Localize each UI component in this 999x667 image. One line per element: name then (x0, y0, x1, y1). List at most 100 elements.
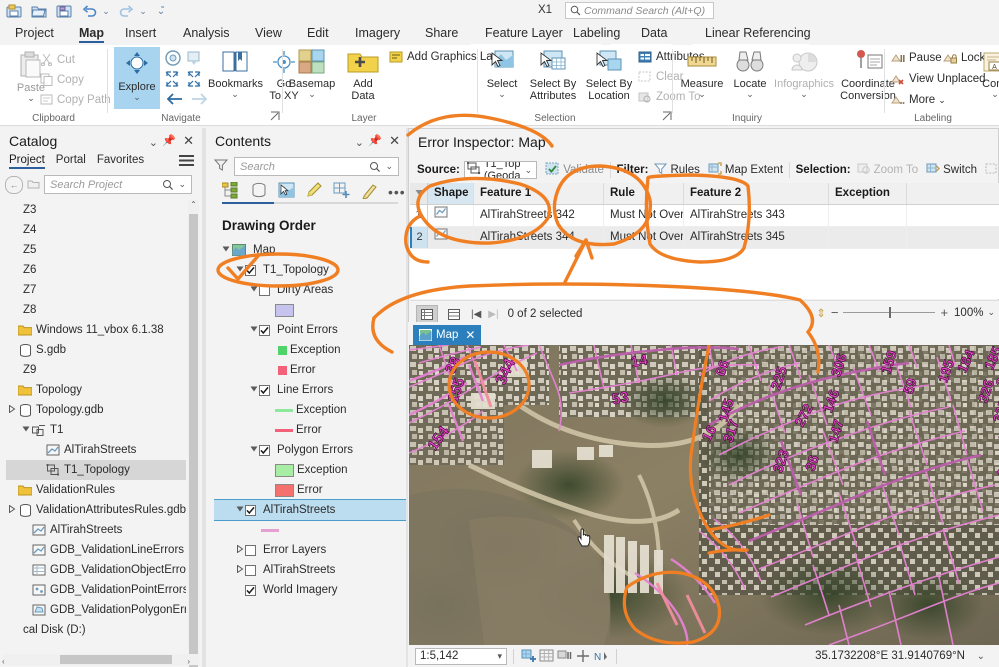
contents-layer-error-layers[interactable]: Error Layers (214, 540, 406, 560)
measure-dropdown-icon[interactable]: ⌄ (677, 90, 727, 99)
expand-arrow-closed-icon[interactable] (234, 544, 245, 555)
first-record-icon[interactable]: |◀ (471, 309, 481, 320)
contents-layer-point-errors[interactable]: Point Errors (214, 320, 406, 340)
catalog-item-gdb-validationobjecterrors[interactable]: GDB_ValidationObjectErrors (6, 560, 186, 580)
tab-feature-layer[interactable]: Feature Layer (478, 22, 570, 45)
redo-icon[interactable] (115, 1, 137, 21)
source-dropdown-icon[interactable]: ⌄ (521, 165, 537, 176)
switch-selection-button[interactable]: Switch (926, 162, 977, 178)
contents-layer-exception[interactable]: Exception (214, 400, 406, 420)
catalog-item-gdb-validationpointerrors[interactable]: GDB_ValidationPointErrors (6, 580, 186, 600)
list-by-drawing-order-icon[interactable] (221, 181, 240, 202)
rules-filter-button[interactable]: Rules (654, 162, 700, 178)
catalog-item-gdb-validationlineerrors[interactable]: GDB_ValidationLineErrors (6, 540, 186, 560)
catalog-horizontal-scrollbar[interactable] (2, 654, 198, 665)
expand-arrow-open-icon[interactable] (248, 445, 259, 455)
layer-checkbox-checked[interactable] (245, 504, 256, 516)
contents-layer-world-imagery[interactable]: World Imagery (214, 580, 406, 600)
copy-path-button[interactable]: Copy Path (40, 93, 111, 106)
catalog-item-gdb-validationpolygonerrors[interactable]: GDB_ValidationPolygonErrors (6, 600, 186, 620)
catalog-item-cal-disk-d-[interactable]: cal Disk (D:) (6, 620, 186, 640)
save-as-icon[interactable] (53, 1, 75, 21)
catalog-item-validationrules[interactable]: ValidationRules (6, 480, 186, 500)
contents-layer-altirahstreets[interactable]: AlTirahStreets (214, 499, 406, 521)
zoom-out-icon[interactable]: − (831, 305, 839, 320)
contents-layer-polygon-errors[interactable]: Polygon Errors (214, 440, 406, 460)
tab-project[interactable]: Project (8, 22, 61, 45)
row-header[interactable]: 2 (410, 227, 428, 248)
layer-checkbox-checked[interactable] (245, 584, 256, 596)
contents-layer-exception[interactable]: Exception (214, 340, 406, 360)
rule-cell[interactable]: Must Not Overlap (604, 227, 684, 248)
contents-layer-symbol[interactable] (214, 300, 406, 320)
customize-qat-icon[interactable]: ⌄̄ (155, 6, 167, 17)
catalog-back-button[interactable]: ← (5, 176, 23, 194)
feature-1-cell[interactable]: AlTirahStreets 344 (474, 227, 604, 248)
catalog-item-z9[interactable]: Z9 (6, 360, 186, 380)
feature-2-cell[interactable]: AlTirahStreets 343 (684, 205, 829, 226)
tab-analysis[interactable]: Analysis (176, 22, 237, 45)
tab-share[interactable]: Share (418, 22, 465, 45)
open-project-icon[interactable] (28, 1, 50, 21)
catalog-tab-portal[interactable]: Portal (56, 154, 86, 166)
clear-selection-ei-button[interactable] (985, 162, 998, 178)
catalog-item-altirahstreets[interactable]: AlTirahStreets (6, 520, 186, 540)
catalog-hamburger-icon[interactable] (179, 155, 194, 170)
expand-arrow-open-icon[interactable] (20, 425, 31, 435)
layer-checkbox-unchecked[interactable] (259, 284, 270, 296)
contents-layer-altirahstreets[interactable]: AlTirahStreets (214, 560, 406, 580)
contents-layer-tree[interactable]: Map T1_Topology Dirty Areas Point Errors Exc… (214, 240, 406, 667)
tab-imagery[interactable]: Imagery (348, 22, 407, 45)
table-row[interactable]: 2 AlTirahStreets 344Must Not OverlapAlTir… (410, 227, 999, 249)
column-header-feature-2[interactable]: Feature 2 (684, 183, 829, 204)
layer-checkbox-checked[interactable] (259, 444, 270, 456)
catalog-item-z3[interactable]: Z3 (6, 200, 186, 220)
catalog-scroll-up-icon[interactable]: ⌃ (188, 200, 199, 209)
catalog-item-topology[interactable]: Topology (6, 380, 186, 400)
contents-layer-symbol[interactable] (214, 520, 406, 540)
exception-cell[interactable] (829, 227, 907, 248)
catalog-item-validationattributesrules-gdb[interactable]: ValidationAttributesRules.gdb (6, 500, 186, 520)
explore-button[interactable]: Explore ⌄ (114, 47, 160, 109)
catalog-vertical-scrollbar[interactable]: ⌃ ⌄ (188, 200, 199, 667)
contents-layer-error[interactable]: Error (214, 420, 406, 440)
next-extent-arrow-icon[interactable] (188, 91, 210, 110)
source-combobox[interactable]: T1_Topology (Geoda ⌄ (463, 161, 538, 179)
contents-layer-exception[interactable]: Exception (214, 460, 406, 480)
expand-arrow-closed-icon[interactable] (6, 504, 17, 515)
tab-data[interactable]: Data (634, 22, 674, 45)
locate-button[interactable]: Locate ⌄ (727, 49, 773, 99)
expand-arrow-open-icon[interactable] (220, 245, 231, 255)
save-icon[interactable] (3, 1, 25, 21)
error-table-body[interactable]: 1 AlTirahStreets 342Must Not OverlapAlTir… (410, 205, 999, 249)
select-dropdown-icon[interactable]: ⌄ (480, 90, 524, 99)
zoom-dropdown-icon[interactable]: ⌄ (987, 307, 995, 318)
catalog-item-altirahstreets[interactable]: AlTirahStreets (6, 440, 186, 460)
view-unplaced-button[interactable]: View Unplaced (891, 73, 986, 85)
list-by-editing-icon[interactable] (306, 182, 322, 202)
list-by-snapping-icon[interactable] (333, 182, 350, 202)
select-all-rows-corner[interactable] (410, 183, 428, 204)
infographics-button[interactable]: Infographics ⌄ (773, 49, 835, 99)
measure-button[interactable]: Measure ⌄ (677, 49, 727, 99)
pause-drawing-icon[interactable] (556, 648, 574, 664)
catalog-menu-chevron-icon[interactable]: ⌄ (149, 136, 158, 149)
catalog-tree[interactable]: Z3 Z4 Z5 Z6 Z7 Z8 Windows 11_vbox 6.1.38 S.gdb Z… (6, 200, 186, 667)
catalog-item-s-gdb[interactable]: S.gdb (6, 340, 186, 360)
draw-status-icon[interactable] (538, 648, 556, 664)
feature-1-cell[interactable]: AlTirahStreets 342 (474, 205, 604, 226)
expand-arrow-open-icon[interactable] (248, 285, 259, 295)
catalog-item-t1-topology[interactable]: T1_Topology (6, 460, 186, 480)
zoom-to-selection-ei-button[interactable]: Zoom To (857, 162, 918, 178)
expand-arrow-closed-icon[interactable] (6, 404, 17, 415)
copy-button[interactable]: Copy (40, 73, 84, 86)
select-by-attributes-button[interactable]: Select By Attributes (524, 49, 582, 102)
convert-labels-button[interactable]: A Conv ⌄ (978, 51, 999, 99)
catalog-item-z6[interactable]: Z6 (6, 260, 186, 280)
contents-menu-chevron-icon[interactable]: ⌄ (355, 136, 364, 149)
catalog-tab-favorites[interactable]: Favorites (97, 154, 144, 166)
tab-linear-referencing[interactable]: Linear Referencing (698, 22, 818, 45)
previous-extent-arrow-icon[interactable] (164, 91, 186, 110)
bookmarks-dropdown-icon[interactable]: ⌄ (208, 90, 262, 99)
catalog-item-topology-gdb[interactable]: Topology.gdb (6, 400, 186, 420)
